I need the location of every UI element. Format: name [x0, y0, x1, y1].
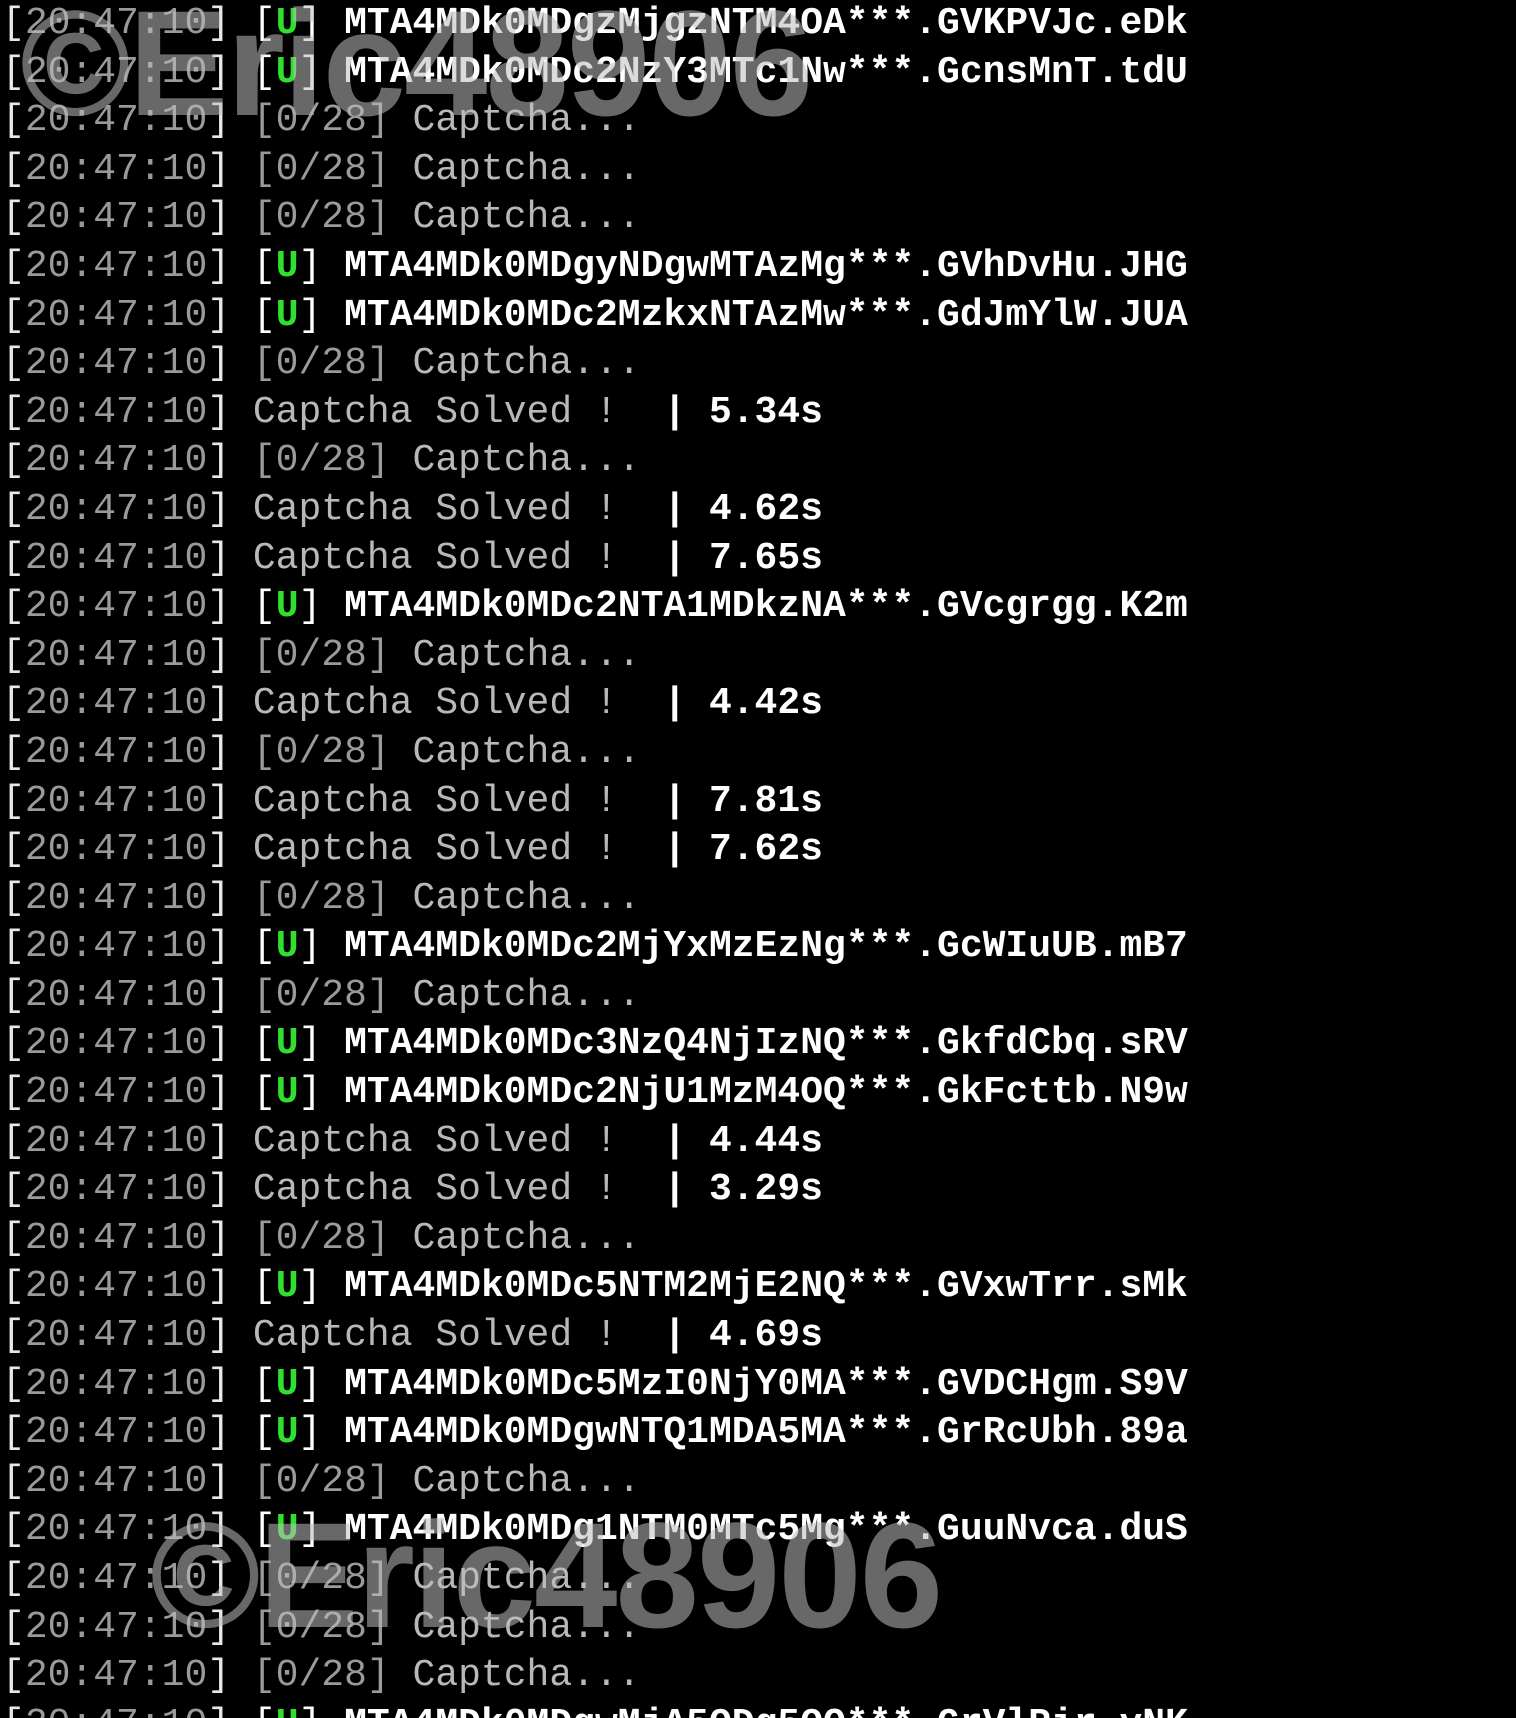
- log-line-token: [20:47:10] [U] MTA4MDk0MDc2NzY3MTc1Nw***…: [2, 49, 1516, 98]
- log-line-captcha: [20:47:10] [0/28] Captcha...: [2, 632, 1516, 681]
- log-line-captcha: [20:47:10] [0/28] Captcha...: [2, 729, 1516, 778]
- log-line-captcha: [20:47:10] [0/28] Captcha...: [2, 972, 1516, 1021]
- log-line-captcha: [20:47:10] [0/28] Captcha...: [2, 97, 1516, 146]
- terminal-output: [20:47:10] [U] MTA4MDk0MDgzMjgzNTM4OA***…: [0, 0, 1516, 1718]
- log-line-token: [20:47:10] [U] MTA4MDk0MDgyNDgwMTAzMg***…: [2, 243, 1516, 292]
- log-line-captcha: [20:47:10] [0/28] Captcha...: [2, 1555, 1516, 1604]
- log-line-token: [20:47:10] [U] MTA4MDk0MDc5NTM2MjE2NQ***…: [2, 1263, 1516, 1312]
- log-line-solved: [20:47:10] Captcha Solved ! | 7.62s: [2, 826, 1516, 875]
- log-line-captcha: [20:47:10] [0/28] Captcha...: [2, 1604, 1516, 1653]
- log-line-token: [20:47:10] [U] MTA4MDk0MDc5MzI0NjY0MA***…: [2, 1361, 1516, 1410]
- log-line-captcha: [20:47:10] [0/28] Captcha...: [2, 340, 1516, 389]
- log-line-solved: [20:47:10] Captcha Solved ! | 3.29s: [2, 1166, 1516, 1215]
- log-line-captcha: [20:47:10] [0/28] Captcha...: [2, 1458, 1516, 1507]
- log-line-solved: [20:47:10] Captcha Solved ! | 4.44s: [2, 1118, 1516, 1167]
- log-line-solved: [20:47:10] Captcha Solved ! | 7.65s: [2, 535, 1516, 584]
- log-line-solved: [20:47:10] Captcha Solved ! | 4.62s: [2, 486, 1516, 535]
- log-line-token: [20:47:10] [U] MTA4MDk0MDg1NTM0MTc5Mg***…: [2, 1506, 1516, 1555]
- log-line-token: [20:47:10] [U] MTA4MDk0MDc2MjYxMzEzNg***…: [2, 923, 1516, 972]
- log-line-captcha: [20:47:10] [0/28] Captcha...: [2, 875, 1516, 924]
- log-line-token: [20:47:10] [U] MTA4MDk0MDc2NjU1MzM4OQ***…: [2, 1069, 1516, 1118]
- log-line-token: [20:47:10] [U] MTA4MDk0MDc2MzkxNTAzMw***…: [2, 292, 1516, 341]
- log-line-captcha: [20:47:10] [0/28] Captcha...: [2, 194, 1516, 243]
- log-line-solved: [20:47:10] Captcha Solved ! | 4.42s: [2, 680, 1516, 729]
- log-line-captcha: [20:47:10] [0/28] Captcha...: [2, 1652, 1516, 1701]
- log-line-solved: [20:47:10] Captcha Solved ! | 4.69s: [2, 1312, 1516, 1361]
- log-line-token: [20:47:10] [U] MTA4MDk0MDgwMjA5ODg5OQ***…: [2, 1701, 1516, 1718]
- log-line-token: [20:47:10] [U] MTA4MDk0MDgwNTQ1MDA5MA***…: [2, 1409, 1516, 1458]
- log-line-token: [20:47:10] [U] MTA4MDk0MDc2NTA1MDkzNA***…: [2, 583, 1516, 632]
- log-line-token: [20:47:10] [U] MTA4MDk0MDc3NzQ4NjIzNQ***…: [2, 1020, 1516, 1069]
- log-line-solved: [20:47:10] Captcha Solved ! | 5.34s: [2, 389, 1516, 438]
- log-line-captcha: [20:47:10] [0/28] Captcha...: [2, 146, 1516, 195]
- log-line-solved: [20:47:10] Captcha Solved ! | 7.81s: [2, 778, 1516, 827]
- log-line-token: [20:47:10] [U] MTA4MDk0MDgzMjgzNTM4OA***…: [2, 0, 1516, 49]
- log-line-captcha: [20:47:10] [0/28] Captcha...: [2, 1215, 1516, 1264]
- log-line-captcha: [20:47:10] [0/28] Captcha...: [2, 437, 1516, 486]
